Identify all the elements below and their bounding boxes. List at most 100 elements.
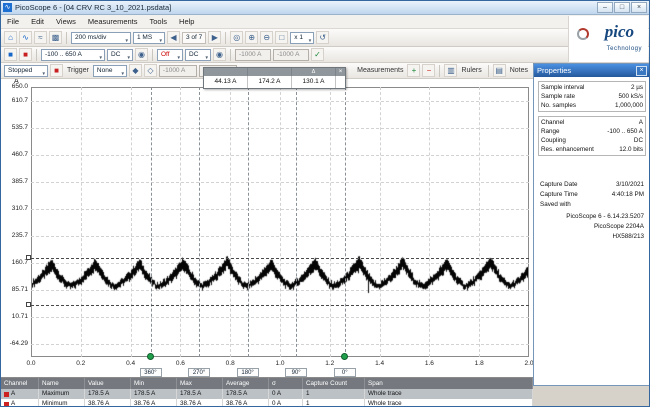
menu-edit[interactable]: Edit <box>25 15 50 29</box>
properties-row: Saved with <box>540 200 644 210</box>
notes-icon[interactable]: ▤ <box>493 64 506 77</box>
samples-select[interactable]: 1 MS <box>133 32 165 44</box>
channel-b-icon[interactable]: ■ <box>19 48 32 61</box>
waveform-trace-channel-a[interactable] <box>32 88 528 356</box>
rotation-ruler-line[interactable] <box>296 87 297 357</box>
run-state-select[interactable]: Stopped <box>4 65 48 77</box>
horizontal-ruler-handle[interactable] <box>26 302 31 307</box>
scope-view-icon[interactable]: ∿ <box>19 31 32 44</box>
channel-b-coupling-select[interactable]: DC <box>185 49 211 61</box>
apply-check-icon[interactable]: ✓ <box>311 48 324 61</box>
channel-a-icon[interactable]: ■ <box>4 48 17 61</box>
rotation-ruler-line[interactable] <box>151 87 152 357</box>
maximize-button[interactable]: □ <box>614 2 630 13</box>
x-axis-label: 1.4 <box>371 360 389 367</box>
window-title: PicoScope 6 - [04 CRV RC 3_10_2021.psdat… <box>15 3 596 12</box>
timebase-select[interactable]: 200 ms/div <box>71 32 131 44</box>
menu-views[interactable]: Views <box>50 15 82 29</box>
scope-view[interactable]: A 650.0610.7535.7460.7385.7310.7235.7160… <box>1 79 533 377</box>
home-icon[interactable]: ⌂ <box>4 31 17 44</box>
ruler-legend[interactable]: Δ × 44.13 A174.2 A130.1 A <box>203 67 346 89</box>
zoom-out-icon[interactable]: ⊖ <box>260 31 273 44</box>
rulers-icon[interactable]: ▥ <box>444 64 457 77</box>
zoom-undo-icon[interactable]: ↺ <box>316 31 329 44</box>
notes-button-label[interactable]: Notes <box>508 67 530 74</box>
prev-buffer-icon[interactable]: ◀ <box>167 31 180 44</box>
property-value: 2 µs <box>631 83 643 92</box>
next-buffer-icon[interactable]: ▶ <box>208 31 221 44</box>
x-axis-label: 0.0 <box>22 360 40 367</box>
hand-tool-icon[interactable]: ◎ <box>230 31 243 44</box>
separator <box>36 49 37 61</box>
properties-saved-with-value: PicoScope 2204A <box>534 223 644 230</box>
remove-measurement-icon[interactable]: − <box>422 64 435 77</box>
measurement-cell: Minimum <box>39 399 85 407</box>
property-value: 4:40:18 PM <box>612 190 644 200</box>
horizontal-ruler[interactable] <box>31 258 529 259</box>
zoom-in-icon[interactable]: ⊕ <box>245 31 258 44</box>
x-axis-label: 1.0 <box>271 360 289 367</box>
y-axis-label: -64.29 <box>1 340 28 347</box>
channel-b-options-icon[interactable]: ◉ <box>213 48 226 61</box>
trigger-threshold-field[interactable]: -1000 A <box>159 65 197 77</box>
horizontal-ruler-handle[interactable] <box>26 255 31 260</box>
measurement-row[interactable]: AMaximum178.5 A178.5 A178.5 A178.5 A0 A1… <box>1 389 533 399</box>
measurements-button-label[interactable]: Measurements <box>355 67 405 74</box>
channel-a-coupling-select[interactable]: DC <box>107 49 133 61</box>
trigger-marker-icon[interactable]: ◆ <box>129 64 142 77</box>
trigger-mode-select[interactable]: None <box>93 65 127 77</box>
pico-logo: pico Technology <box>568 16 648 63</box>
ruler-legend-header[interactable]: Δ × <box>204 68 345 76</box>
horizontal-ruler[interactable] <box>31 305 529 306</box>
rulers-button-label[interactable]: Rulers <box>459 67 483 74</box>
property-label: Sample interval <box>541 83 631 92</box>
x-axis-label: 1.6 <box>420 360 438 367</box>
spectrum-view-icon[interactable]: ≈ <box>34 31 47 44</box>
add-measurement-icon[interactable]: + <box>407 64 420 77</box>
close-button[interactable]: × <box>631 2 647 13</box>
ruler-legend-close-icon[interactable]: × <box>336 68 345 76</box>
rotation-ruler-line[interactable] <box>345 87 346 357</box>
y-axis-label: 85.71 <box>1 286 28 293</box>
zoom-level-select[interactable]: x 1 <box>290 32 314 44</box>
menu-file[interactable]: File <box>1 15 25 29</box>
measurement-cell: 38.76 A <box>223 399 269 407</box>
properties-close-icon[interactable]: × <box>636 66 647 76</box>
properties-panel: Properties × Sample interval2 µsSample r… <box>533 63 650 386</box>
ruler-legend-delta-header: Δ <box>292 68 336 76</box>
properties-row: ChannelA <box>541 118 643 127</box>
menu-help[interactable]: Help <box>173 15 200 29</box>
rotation-phase-label: 90° <box>285 368 307 377</box>
rotation-ruler-line[interactable] <box>248 87 249 357</box>
menu-measurements[interactable]: Measurements <box>82 15 144 29</box>
properties-sections: Sample interval2 µsSample rate500 kS/sNo… <box>534 81 650 156</box>
rotation-ruler-handle[interactable] <box>147 353 154 360</box>
persistence-view-icon[interactable]: ▩ <box>49 31 62 44</box>
x-axis-label: 0.2 <box>72 360 90 367</box>
zoom-window-icon[interactable]: □ <box>275 31 288 44</box>
property-value: A <box>639 118 643 127</box>
property-label: Capture Time <box>540 190 612 200</box>
channel-a-options-icon[interactable]: ◉ <box>135 48 148 61</box>
channel-a-range-select[interactable]: -100 .. 650 A <box>41 49 105 61</box>
rotation-ruler-handle[interactable] <box>341 353 348 360</box>
offset-field-2[interactable]: -1000 A <box>273 49 309 61</box>
property-value: 1,000,000 <box>615 101 643 110</box>
stop-button-icon[interactable]: ■ <box>50 64 63 77</box>
property-label: Capture Date <box>540 180 616 190</box>
measurement-cell: 0 A <box>269 389 303 399</box>
menu-tools[interactable]: Tools <box>144 15 174 29</box>
rotation-ruler-line[interactable] <box>199 87 200 357</box>
properties-row: Capture Time4:40:18 PM <box>540 190 644 200</box>
measurement-row[interactable]: AMinimum38.76 A38.76 A38.76 A38.76 A0 A1… <box>1 399 533 407</box>
trigger-marker-alt-icon[interactable]: ◇ <box>144 64 157 77</box>
minimize-button[interactable]: – <box>597 2 613 13</box>
separator <box>230 49 231 61</box>
property-label: Sample rate <box>541 92 618 101</box>
measurement-cell: 38.76 A <box>85 399 131 407</box>
x-axis-label: 0.4 <box>122 360 140 367</box>
x-axis-label: 1.8 <box>470 360 488 367</box>
measurement-cell: 1 <box>303 399 365 407</box>
channel-b-range-select[interactable]: Off <box>157 49 183 61</box>
offset-field-1[interactable]: -1000 A <box>235 49 271 61</box>
